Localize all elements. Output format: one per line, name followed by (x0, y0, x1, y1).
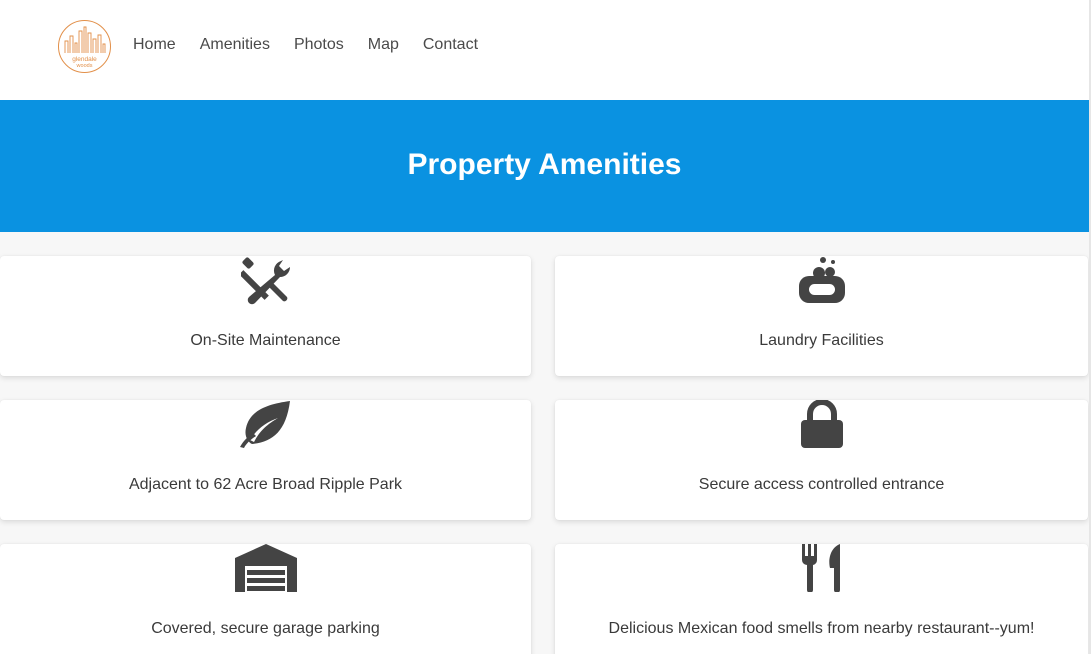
logo-line1: glendale (72, 56, 97, 63)
nav-contact[interactable]: Contact (423, 36, 478, 54)
amenity-card-park: Adjacent to 62 Acre Broad Ripple Park (0, 400, 531, 520)
amenity-label: Secure access controlled entrance (698, 476, 945, 493)
amenity-label: Covered, secure garage parking (151, 620, 380, 637)
garage-icon (234, 544, 297, 597)
soap-icon (797, 256, 847, 309)
lock-icon (800, 399, 844, 453)
amenity-label: Delicious Mexican food smells from nearb… (608, 620, 1035, 637)
nav-home[interactable]: Home (133, 36, 176, 54)
amenity-card-restaurant: Delicious Mexican food smells from nearb… (555, 544, 1088, 654)
amenity-card-secure-entrance: Secure access controlled entrance (555, 399, 1088, 520)
utensils-icon (801, 544, 842, 597)
amenity-card-garage: Covered, secure garage parking (0, 544, 531, 654)
amenity-card-maintenance: On-Site Maintenance (0, 256, 531, 376)
nav-photos[interactable]: Photos (294, 36, 344, 54)
logo[interactable]: glendale woods (57, 19, 112, 74)
navbar: glendale woods Home Amenities Photos Map… (0, 0, 1089, 100)
tools-icon (238, 257, 291, 310)
amenity-card-laundry: Laundry Facilities (555, 256, 1088, 376)
page: glendale woods Home Amenities Photos Map… (0, 0, 1091, 654)
amenity-label: Adjacent to 62 Acre Broad Ripple Park (128, 476, 403, 493)
page-title: Property Amenities (407, 148, 682, 181)
amenity-label: Laundry Facilities (759, 332, 884, 349)
glendale-woods-logo-icon: glendale woods (58, 20, 111, 73)
amenity-label: On-Site Maintenance (190, 332, 341, 349)
nav-links: Home Amenities Photos Map Contact (133, 0, 502, 90)
hero-banner: Property Amenities (0, 100, 1089, 232)
nav-amenities[interactable]: Amenities (200, 36, 270, 54)
leaf-icon (238, 400, 294, 453)
logo-line2: woods (76, 63, 93, 69)
nav-map[interactable]: Map (368, 36, 399, 54)
